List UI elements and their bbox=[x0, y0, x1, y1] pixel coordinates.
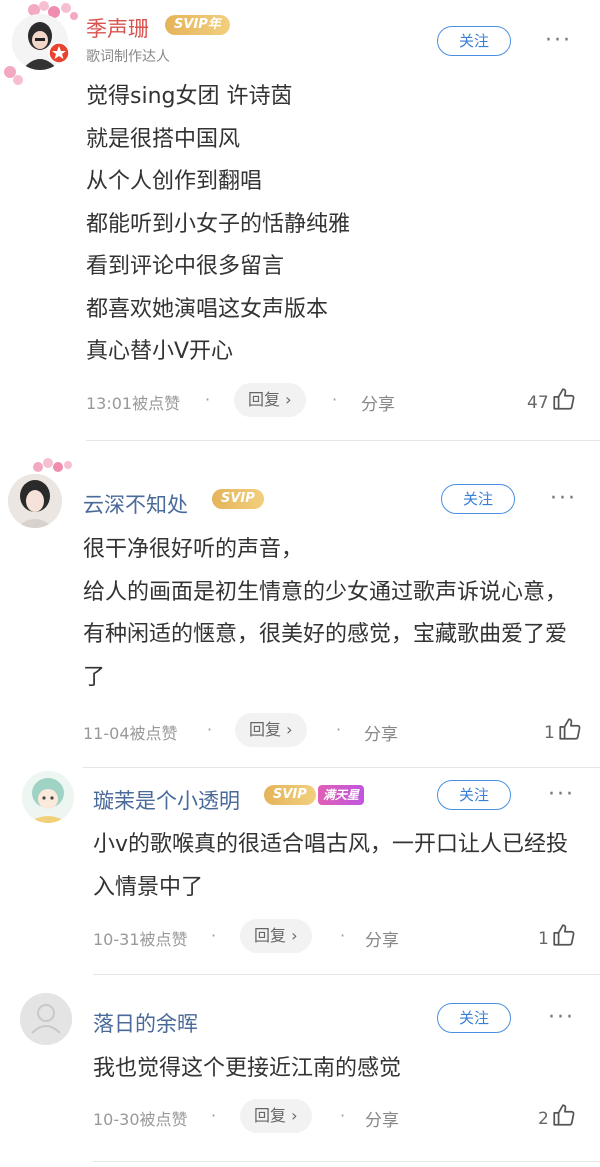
avatar[interactable] bbox=[22, 771, 74, 823]
username[interactable]: 璇茉是个小透明 bbox=[93, 785, 240, 815]
comment-line: 看到评论中很多留言 bbox=[86, 254, 285, 279]
comment-line: 真心替小V开心 bbox=[86, 339, 234, 364]
follow-button[interactable]: 关注 bbox=[437, 780, 511, 810]
comment-item: 璇茉是个小透明 SVIP 满天星 关注 ··· 小v的歌喉真的很适合唱古风，一开… bbox=[0, 768, 600, 976]
svip-badge: SVIP年 bbox=[165, 15, 230, 35]
more-options-icon[interactable]: ··· bbox=[548, 784, 575, 806]
separator-dot: · bbox=[340, 926, 346, 945]
thumbs-up-icon[interactable] bbox=[557, 716, 583, 742]
follow-button[interactable]: 关注 bbox=[437, 1003, 511, 1033]
separator-dot: · bbox=[207, 720, 213, 739]
reply-button[interactable]: 回复 › bbox=[235, 713, 307, 747]
user-title: 歌词制作达人 bbox=[86, 49, 170, 65]
thumbs-up-icon[interactable] bbox=[551, 386, 577, 412]
like-count: 47 bbox=[527, 393, 549, 413]
comment-line: 给人的画面是初生情意的少女通过歌声诉说心意，有种闲适的惬意，很美好的感觉，宝藏歌… bbox=[83, 579, 568, 690]
thumbs-up-icon[interactable] bbox=[551, 922, 577, 948]
divider bbox=[93, 1161, 600, 1162]
flower-decoration-icon bbox=[4, 66, 23, 85]
comment-line: 都能听到小女子的恬静纯雅 bbox=[86, 211, 351, 237]
comment-line: 都喜欢她演唱这女声版本 bbox=[86, 296, 329, 322]
star-badge: 满天星 bbox=[318, 785, 365, 805]
share-button[interactable]: 分享 bbox=[364, 720, 398, 745]
username[interactable]: 季声珊 bbox=[86, 13, 149, 43]
divider bbox=[93, 974, 600, 975]
like-time: 10-31被点赞 bbox=[93, 930, 188, 949]
reply-button[interactable]: 回复 › bbox=[234, 383, 306, 417]
comment-line: 很干净很好听的声音， bbox=[83, 537, 304, 562]
comment-line: 我也觉得这个更接近江南的感觉 bbox=[93, 1056, 402, 1081]
comment-text: 很干净很好听的声音， 给人的画面是初生情意的少女通过歌声诉说心意，有种闲适的惬意… bbox=[83, 529, 583, 699]
comment-text: 觉得sing女团 许诗茵 就是很搭中国风 从个人创作到翻唱 都能听到小女子的恬静… bbox=[86, 76, 546, 374]
vip-star-icon bbox=[48, 42, 70, 64]
separator-dot: · bbox=[332, 390, 338, 409]
like-count: 1 bbox=[538, 929, 549, 949]
comment-line: 从个人创作到翻唱 bbox=[86, 169, 263, 194]
username[interactable]: 云深不知处 bbox=[83, 489, 188, 519]
thumbs-up-icon[interactable] bbox=[551, 1102, 577, 1128]
comment-line: 觉得sing女团 许诗茵 bbox=[86, 84, 293, 109]
avatar[interactable] bbox=[20, 993, 72, 1045]
more-options-icon[interactable]: ··· bbox=[550, 488, 577, 510]
like-time: 13:01被点赞 bbox=[86, 394, 181, 413]
follow-button[interactable]: 关注 bbox=[441, 484, 515, 514]
separator-dot: · bbox=[211, 926, 217, 945]
separator-dot: · bbox=[211, 1106, 217, 1125]
separator-dot: · bbox=[336, 720, 342, 739]
svip-badge: SVIP bbox=[212, 489, 264, 509]
reply-button[interactable]: 回复 › bbox=[240, 919, 312, 953]
reply-button[interactable]: 回复 › bbox=[240, 1099, 312, 1133]
username[interactable]: 落日的余晖 bbox=[93, 1008, 198, 1038]
comment-item: 季声珊 SVIP年 歌词制作达人 关注 ··· 觉得sing女团 许诗茵 就是很… bbox=[0, 0, 600, 441]
comment-line: 小v的歌喉真的很适合唱古风，一开口让人已经投入情景中了 bbox=[93, 832, 569, 900]
comment-text: 小v的歌喉真的很适合唱古风，一开口让人已经投入情景中了 bbox=[93, 824, 585, 909]
share-button[interactable]: 分享 bbox=[365, 926, 399, 951]
like-count: 2 bbox=[538, 1109, 549, 1129]
more-options-icon[interactable]: ··· bbox=[545, 30, 572, 52]
comment-item: 落日的余晖 关注 ··· 我也觉得这个更接近江南的感觉 10-30被点赞 · 回… bbox=[0, 976, 600, 1167]
share-button[interactable]: 分享 bbox=[365, 1106, 399, 1131]
svip-badge: SVIP bbox=[264, 785, 316, 805]
comment-item: 云深不知处 SVIP 关注 ··· 很干净很好听的声音， 给人的画面是初生情意的… bbox=[0, 441, 600, 768]
like-time: 10-30被点赞 bbox=[93, 1110, 188, 1129]
comment-text: 我也觉得这个更接近江南的感觉 bbox=[93, 1048, 573, 1091]
share-button[interactable]: 分享 bbox=[361, 390, 395, 415]
follow-button[interactable]: 关注 bbox=[437, 26, 511, 56]
more-options-icon[interactable]: ··· bbox=[548, 1007, 575, 1029]
like-time: 11-04被点赞 bbox=[83, 724, 178, 743]
comment-line: 就是很搭中国风 bbox=[86, 126, 241, 152]
separator-dot: · bbox=[205, 390, 211, 409]
avatar[interactable] bbox=[8, 474, 62, 528]
separator-dot: · bbox=[340, 1106, 346, 1125]
like-count: 1 bbox=[544, 723, 555, 743]
